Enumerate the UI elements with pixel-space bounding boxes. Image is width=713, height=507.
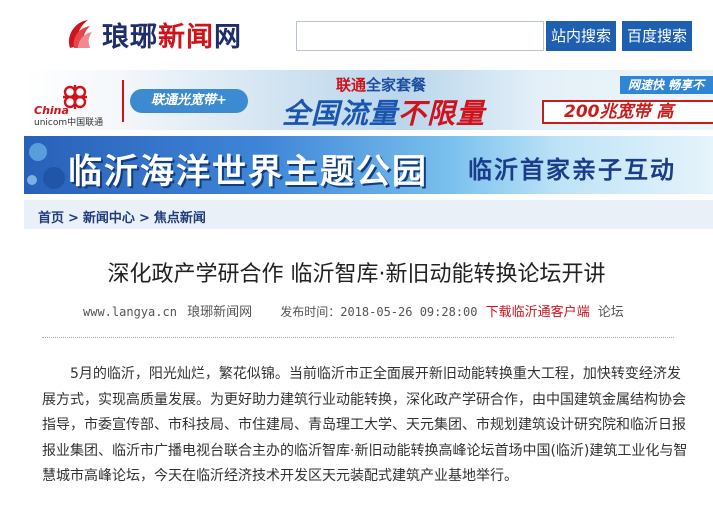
publish-time: 发布时间：2018-05-26 09:28:00 <box>280 305 478 319</box>
ocean-park-title: 临沂海洋世界主题公园 <box>68 152 428 192</box>
breadcrumb: 首页 > 新闻中心 > 焦点新闻 <box>24 200 713 229</box>
source-name: 琅琊新闻网 <box>187 305 253 320</box>
breadcrumb-home[interactable]: 首页 <box>38 211 64 226</box>
article-paragraph: 5月的临沂，阳光灿烂，繁花似锦。当前临沂市正全面展开新旧动能转换重大工程，加快转… <box>42 366 688 485</box>
article-title: 深化政产学研合作 临沂智库·新旧动能转换论坛开讲 <box>107 262 606 287</box>
promo-speed-tag: 网速快 畅享不 <box>620 76 713 94</box>
ocean-park-subtitle: 临沂首家亲子互动 <box>468 156 676 184</box>
promo-bandwidth-tag: 200兆宽带 高 <box>542 100 713 124</box>
broadband-badge: 联通光宽带+ <box>130 89 248 113</box>
swirl-logo-icon <box>64 16 100 52</box>
site-header: 琅琊新闻网 站内搜索 百度搜索 <box>0 0 713 68</box>
ad-divider <box>122 80 124 122</box>
breadcrumb-news-center[interactable]: 新闻中心 <box>83 211 135 226</box>
promo-headline-main: 全国流量不限量 <box>282 97 486 130</box>
article-meta: www.langya.cn 琅琊新闻网 发布时间：2018-05-26 09:2… <box>83 301 624 320</box>
baidu-search-button[interactable]: 百度搜索 <box>622 21 692 51</box>
article-divider <box>42 337 674 338</box>
download-app-link[interactable]: 下载临沂通客户端 <box>486 305 590 320</box>
breadcrumb-focus-news[interactable]: 焦点新闻 <box>154 211 206 226</box>
forum-link[interactable]: 论坛 <box>598 305 624 320</box>
unicom-brand-text: unicom中国联通 <box>34 118 104 128</box>
site-name: 琅琊新闻网 <box>102 21 242 53</box>
ocean-park-ad-banner[interactable]: 临沂海洋世界主题公园 临沂首家亲子互动 <box>24 136 713 194</box>
breadcrumb-separator: > <box>138 211 150 226</box>
source-url: www.langya.cn <box>83 305 177 319</box>
site-search-button[interactable]: 站内搜索 <box>546 21 616 51</box>
search-input[interactable] <box>296 21 544 51</box>
site-logo[interactable]: 琅琊新闻网 <box>64 14 242 54</box>
breadcrumb-separator: > <box>68 211 79 226</box>
unicom-ad-banner[interactable]: China unicom中国联通 联通光宽带+ 联通全家套餐 全国流量不限量 网… <box>24 70 713 130</box>
